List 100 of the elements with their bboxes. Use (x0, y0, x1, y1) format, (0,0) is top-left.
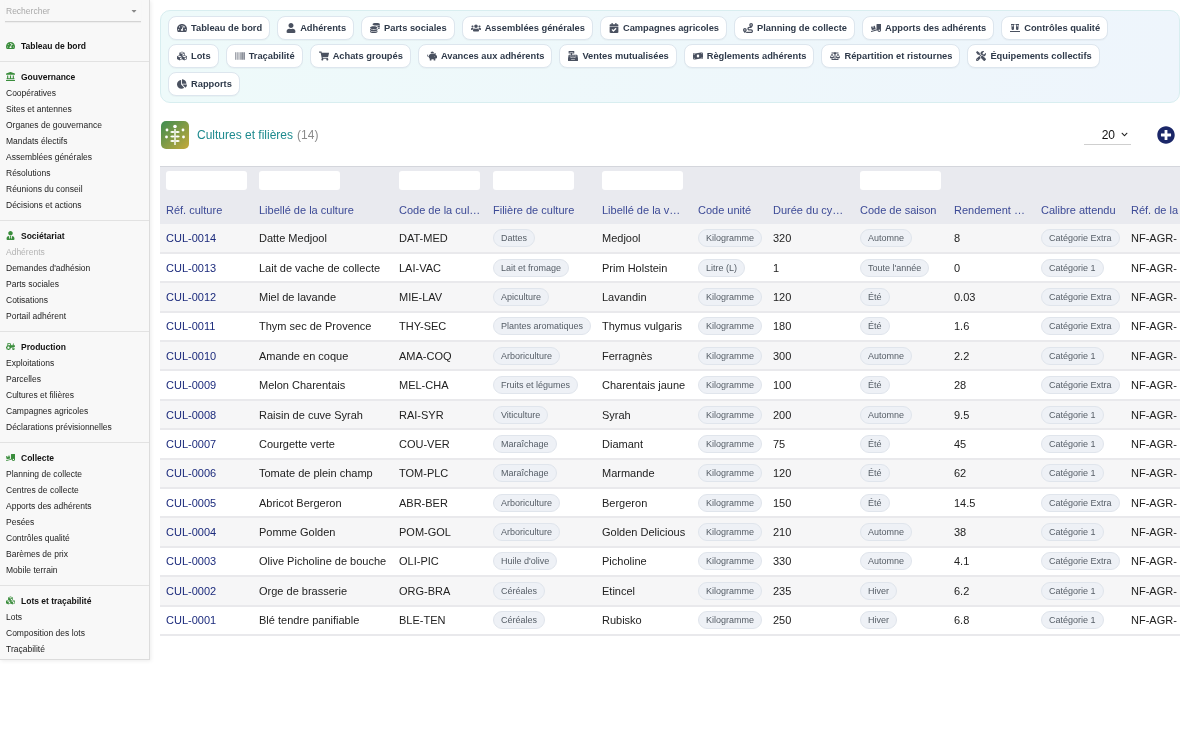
sidebar-item[interactable]: Sites et antennes (0, 101, 149, 117)
table-cell: 120 (767, 458, 854, 488)
tag: Kilogramme (698, 581, 762, 600)
nav-button[interactable]: Traçabilité (225, 44, 303, 68)
sidebar-item[interactable]: Résolutions (0, 165, 149, 181)
nav-button[interactable]: Adhérents (277, 16, 355, 40)
sidebar-item[interactable]: Réunions du conseil (0, 181, 149, 197)
column-header[interactable]: Code de la cul… (393, 195, 487, 224)
sidebar-item[interactable]: Traçabilité (0, 641, 149, 657)
sidebar-item[interactable]: Demandes d'adhésion (0, 260, 149, 276)
sidebar-item[interactable]: Assemblées générales (0, 149, 149, 165)
culture-ref-link[interactable]: CUL-0001 (166, 614, 217, 627)
culture-ref-link[interactable]: CUL-0014 (166, 231, 217, 244)
sidebar-item[interactable]: Planning de collecte (0, 466, 149, 482)
nav-button[interactable]: Apports des adhérents (861, 16, 995, 40)
table-cell: Melon Charentais (253, 370, 393, 400)
tag: Kilogramme (698, 523, 762, 542)
search-field[interactable]: Rechercher (5, 0, 141, 22)
caret-icon[interactable] (130, 7, 138, 15)
column-header[interactable]: Filière de culture (487, 195, 596, 224)
sidebar-item[interactable]: Lots (0, 609, 149, 625)
nav-button[interactable]: Campagnes agricoles (599, 16, 728, 40)
table-cell: 45 (948, 429, 1035, 459)
column-header[interactable]: Calibre attendu (1035, 195, 1125, 224)
table-cell: TOM-PLC (393, 458, 487, 488)
sidebar-item[interactable]: Centres de collecte (0, 482, 149, 498)
column-header[interactable]: Réf. de la (1125, 195, 1180, 224)
table-cell: Lavandin (596, 282, 692, 312)
sidebar-section-header[interactable]: Sociétariat (0, 227, 149, 244)
sidebar-item[interactable]: Parcelles (0, 371, 149, 387)
sidebar-item[interactable]: Barèmes de prix (0, 546, 149, 562)
column-header[interactable]: Libellé de la culture (253, 195, 393, 224)
sidebar-item[interactable]: Apports des adhérents (0, 498, 149, 514)
sidebar-item[interactable]: Exploitations (0, 355, 149, 371)
table-cell: Marmande (596, 458, 692, 488)
sidebar-item[interactable]: Contrôles qualité (0, 530, 149, 546)
coins-icon (370, 23, 381, 33)
table-cell: 1 (767, 252, 854, 283)
calendar-check-icon (608, 23, 619, 33)
culture-ref-link[interactable]: CUL-0003 (166, 555, 217, 568)
tag: Céréales (493, 581, 546, 600)
table-cell: Syrah (596, 399, 692, 430)
column-header[interactable]: Libellé de la v… (596, 195, 692, 224)
nav-button[interactable]: Contrôles qualité (1001, 16, 1109, 40)
table-cell: NF-AGR- (1125, 370, 1180, 400)
nav-button[interactable]: Lots (168, 44, 219, 68)
table-cell: Datte Medjool (253, 223, 393, 253)
nav-button[interactable]: Règlements adhérents (683, 44, 815, 68)
culture-ref-link[interactable]: CUL-0013 (166, 261, 217, 274)
culture-ref-link[interactable]: CUL-0009 (166, 379, 217, 392)
nav-button[interactable]: Répartition et ristournes (821, 44, 961, 68)
culture-ref-link[interactable]: CUL-0012 (166, 290, 217, 303)
culture-ref-link[interactable]: CUL-0007 (166, 437, 217, 450)
sidebar-item[interactable]: Cultures et filières (0, 387, 149, 403)
tag: Automne (860, 228, 913, 247)
table-cell: NF-AGR- (1125, 429, 1180, 459)
sidebar-item[interactable]: Décisions et actions (0, 197, 149, 213)
culture-ref-link[interactable]: CUL-0010 (166, 349, 217, 362)
column-header[interactable]: Code de saison (854, 195, 948, 224)
culture-ref-link[interactable]: CUL-0008 (166, 408, 217, 421)
sidebar-item[interactable]: Mandats électifs (0, 133, 149, 149)
culture-ref-link[interactable]: CUL-0006 (166, 467, 217, 480)
sidebar-section-header[interactable]: Production (0, 338, 149, 355)
tag: Catégorie 1 (1041, 611, 1104, 630)
nav-button[interactable]: Assemblées générales (461, 16, 593, 40)
sidebar-item[interactable]: Organes de gouvernance (0, 117, 149, 133)
culture-ref-link[interactable]: CUL-0011 (166, 320, 216, 333)
column-header[interactable]: Code unité (692, 195, 767, 224)
plus-icon[interactable] (1157, 126, 1175, 144)
table-cell: NF-AGR- (1125, 252, 1180, 283)
sidebar-section-header[interactable]: Lots et traçabilité (0, 592, 149, 609)
sidebar-item[interactable]: Campagnes agricoles (0, 403, 149, 419)
sidebar-section-header[interactable]: Gouvernance (0, 68, 149, 85)
nav-button[interactable]: Achats groupés (309, 44, 411, 68)
nav-button[interactable]: Tableau de bord (168, 16, 271, 40)
nav-button[interactable]: Rapports (168, 72, 240, 96)
sidebar-section-header[interactable]: Tableau de bord (0, 37, 149, 54)
sidebar-item[interactable]: Déclarations prévisionnelles (0, 419, 149, 435)
column-header[interactable]: Durée du cy… (767, 195, 854, 224)
culture-ref-link[interactable]: CUL-0005 (166, 496, 217, 509)
sidebar-item[interactable]: Pesées (0, 514, 149, 530)
column-header[interactable]: Rendement … (948, 195, 1035, 224)
nav-button[interactable]: Avances aux adhérents (417, 44, 553, 68)
sidebar-item[interactable]: Cotisations (0, 292, 149, 308)
sidebar-item[interactable]: Parts sociales (0, 276, 149, 292)
nav-button[interactable]: Planning de collecte (734, 16, 855, 40)
nav-button[interactable]: Équipements collectifs (967, 44, 1100, 68)
culture-ref-link[interactable]: CUL-0004 (166, 526, 217, 539)
table-cell: 0.03 (948, 282, 1035, 312)
table-cell: NF-AGR- (1125, 399, 1180, 430)
sidebar-item[interactable]: Coopératives (0, 85, 149, 101)
nav-button[interactable]: Parts sociales (361, 16, 455, 40)
column-header[interactable]: Réf. culture (160, 195, 253, 224)
culture-ref-link[interactable]: CUL-0002 (166, 584, 217, 597)
page-size-select[interactable]: 20 (1084, 125, 1131, 145)
nav-button[interactable]: Ventes mutualisées (559, 44, 677, 68)
sidebar-section-header[interactable]: Collecte (0, 449, 149, 466)
sidebar-item[interactable]: Portail adhérent (0, 308, 149, 324)
sidebar-item[interactable]: Composition des lots (0, 625, 149, 641)
sidebar-item[interactable]: Mobile terrain (0, 562, 149, 578)
